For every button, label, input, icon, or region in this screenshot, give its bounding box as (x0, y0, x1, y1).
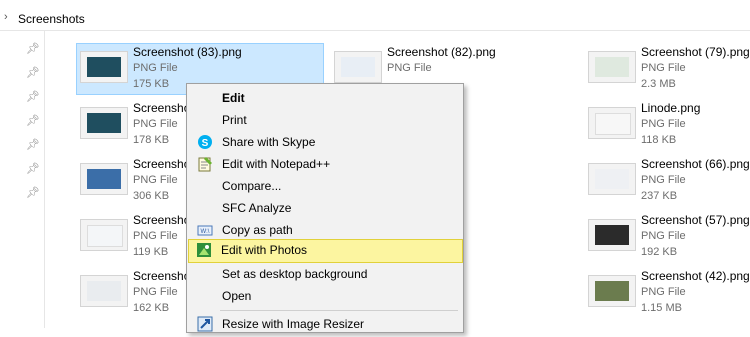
file-size: 178 KB (133, 134, 170, 146)
pin-icon: 📌︎ (26, 187, 40, 199)
menu-item-resize-with-image-resizer[interactable]: Resize with Image Resizer (189, 313, 461, 335)
navigation-pane: 📌︎ 📌︎ 📌︎ 📌︎ 📌︎ 📌︎ 📌︎ (0, 31, 45, 328)
file-size: 175 KB (133, 78, 170, 90)
pin-icon: 📌︎ (26, 43, 40, 55)
pin-icon: 📌︎ (26, 67, 40, 79)
breadcrumb-current-folder[interactable]: Screenshots (18, 12, 85, 26)
file-name: Screenshot (83).png (133, 45, 242, 59)
menu-item-compare[interactable]: Compare... (189, 175, 461, 197)
menu-item-label: Edit with Photos (221, 243, 308, 257)
file-type: PNG File (387, 62, 432, 74)
menu-item-label: Compare... (222, 179, 282, 193)
file-tile[interactable]: Screenshot (66).png PNG File 237 KB (584, 155, 750, 207)
file-name: Screenshot (133, 101, 194, 115)
menu-item-label: Copy as path (222, 223, 293, 237)
file-type: PNG File (641, 62, 686, 74)
menu-item-edit-with-photos[interactable]: Edit with Photos (188, 239, 463, 263)
address-bar[interactable]: › Screenshots (0, 8, 750, 31)
notepad-plus-plus-icon (197, 156, 213, 172)
file-type: PNG File (641, 286, 686, 298)
chevron-right-icon[interactable]: › (4, 11, 8, 23)
file-tile[interactable]: Linode.png PNG File 118 KB (584, 99, 750, 151)
menu-item-label: Resize with Image Resizer (222, 317, 365, 331)
file-thumbnail (588, 51, 636, 83)
menu-separator (220, 310, 458, 311)
file-name: Screenshot (42).png (641, 269, 750, 283)
file-type: PNG File (133, 230, 178, 242)
menu-item-open[interactable]: Open (189, 285, 461, 307)
copy-path-icon: W:\ (197, 222, 213, 238)
file-thumbnail (588, 219, 636, 251)
menu-item-label: Open (222, 289, 252, 303)
menu-item-label: Edit (222, 91, 245, 105)
file-size: 237 KB (641, 190, 678, 202)
file-thumbnail (80, 163, 128, 195)
pin-icon: 📌︎ (26, 163, 40, 175)
file-name: Screenshot (57).png (641, 213, 750, 227)
file-size: 119 KB (133, 246, 169, 258)
file-name: Linode.png (641, 101, 701, 115)
pin-icon: 📌︎ (26, 91, 40, 103)
menu-item-share-with-skype[interactable]: S Share with Skype (189, 131, 461, 153)
file-type: PNG File (641, 174, 686, 186)
file-thumbnail (80, 219, 128, 251)
file-type: PNG File (641, 230, 686, 242)
pin-icon: 📌︎ (26, 139, 40, 151)
menu-item-edit-with-notepad-plus-plus[interactable]: Edit with Notepad++ (189, 153, 461, 175)
file-type: PNG File (133, 62, 178, 74)
menu-item-label: Set as desktop background (222, 267, 368, 281)
file-type: PNG File (133, 118, 178, 130)
menu-item-print[interactable]: Print (189, 109, 461, 131)
file-name: Screenshot (133, 157, 194, 171)
file-tile[interactable]: Screenshot (57).png PNG File 192 KB (584, 211, 750, 263)
menu-item-label: Print (222, 113, 247, 127)
skype-icon: S (197, 134, 213, 150)
file-name: Screenshot (66).png (641, 157, 750, 171)
photos-icon (196, 242, 212, 258)
file-size: 162 KB (133, 302, 170, 314)
file-thumbnail (80, 275, 128, 307)
file-size: 1.15 MB (641, 302, 682, 314)
menu-item-sfc-analyze[interactable]: SFC Analyze (189, 197, 461, 219)
file-name: Screenshot (82).png (387, 45, 496, 59)
menu-item-label: SFC Analyze (222, 201, 292, 215)
file-name: Screenshot (133, 269, 194, 283)
file-tile[interactable]: Screenshot (79).png PNG File 2.3 MB (584, 43, 750, 95)
menu-item-label: Share with Skype (222, 135, 316, 149)
file-size: 118 KB (641, 134, 677, 146)
file-thumbnail (588, 275, 636, 307)
menu-item-label: Edit with Notepad++ (222, 157, 331, 171)
file-type: PNG File (133, 174, 178, 186)
svg-text:S: S (202, 138, 209, 149)
file-name: Screenshot (133, 213, 194, 227)
file-thumbnail (80, 51, 128, 83)
file-size: 192 KB (641, 246, 678, 258)
context-menu: Edit Print S Share with Skype Edit with … (186, 83, 464, 333)
file-thumbnail (80, 107, 128, 139)
file-type: PNG File (641, 118, 686, 130)
file-thumbnail (588, 107, 636, 139)
file-tile[interactable]: Screenshot (42).png PNG File 1.15 MB (584, 267, 750, 319)
file-name: Screenshot (79).png (641, 45, 750, 59)
file-size: 306 KB (133, 190, 170, 202)
pin-icon: 📌︎ (26, 115, 40, 127)
file-type: PNG File (133, 286, 178, 298)
image-resizer-icon (197, 316, 213, 332)
file-size: 2.3 MB (641, 78, 676, 90)
menu-item-copy-as-path[interactable]: W:\ Copy as path (189, 219, 461, 241)
file-thumbnail (588, 163, 636, 195)
svg-text:W:\: W:\ (201, 229, 210, 235)
file-thumbnail (334, 51, 382, 83)
menu-item-edit[interactable]: Edit (189, 87, 461, 109)
menu-item-set-as-desktop-background[interactable]: Set as desktop background (189, 263, 461, 285)
